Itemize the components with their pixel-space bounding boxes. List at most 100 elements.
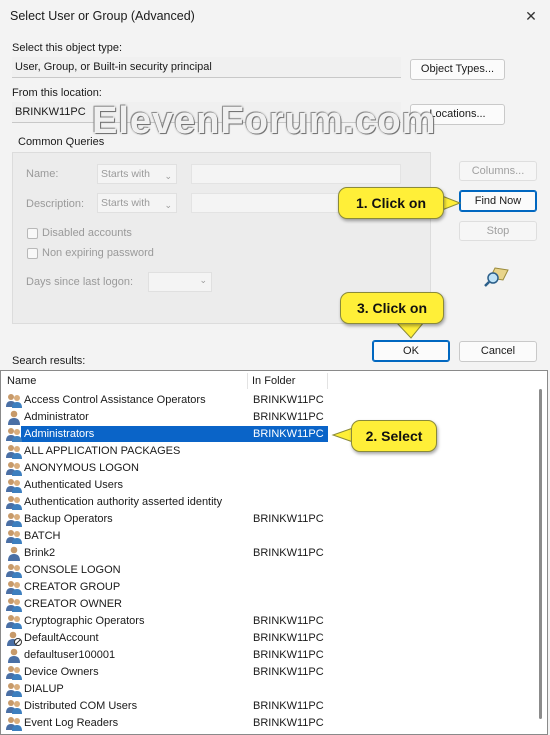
group-icon (6, 665, 22, 680)
user-disabled-icon (6, 631, 22, 646)
find-now-button[interactable]: Find Now (459, 190, 537, 212)
ok-button[interactable]: OK (372, 340, 450, 362)
group-icon (6, 393, 22, 408)
user-icon (6, 546, 22, 561)
group-icon (6, 614, 22, 629)
column-divider[interactable] (247, 373, 248, 389)
days-since-logon-select[interactable]: ⌄ (148, 272, 212, 292)
column-header-in-folder[interactable]: In Folder (252, 372, 295, 390)
row-folder: BRINKW11PC (253, 649, 324, 661)
user-icon (6, 648, 22, 663)
stop-button[interactable]: Stop (459, 221, 537, 241)
table-row[interactable]: DefaultAccount BRINKW11PC (2, 630, 537, 647)
table-row[interactable]: Event Log Readers BRINKW11PC (2, 715, 537, 732)
disabled-accounts-label: Disabled accounts (42, 227, 132, 239)
scrollbar-thumb[interactable] (539, 389, 542, 719)
table-row[interactable]: Brink2 BRINKW11PC (2, 545, 537, 562)
object-type-label: Select this object type: (12, 42, 123, 54)
window-title: Select User or Group (Advanced) (10, 9, 195, 23)
search-results-label: Search results: (12, 355, 86, 367)
row-name: Device Owners (24, 666, 99, 678)
row-folder: BRINKW11PC (253, 547, 324, 559)
group-icon (6, 512, 22, 527)
row-folder: BRINKW11PC (253, 700, 324, 712)
search-results-list[interactable]: Name In Folder Access Control Assistance… (0, 370, 548, 735)
table-row[interactable]: DIALUP (2, 681, 537, 698)
row-name: ALL APPLICATION PACKAGES (24, 445, 181, 457)
row-name: DIALUP (24, 683, 64, 695)
non-expiring-password-label: Non expiring password (42, 247, 154, 259)
row-name: CREATOR GROUP (24, 581, 121, 593)
callout-ok: 3. Click on (340, 292, 444, 340)
name-label: Name: (26, 168, 59, 180)
row-name: Cryptographic Operators (24, 615, 145, 627)
table-row[interactable]: Authenticated Users (2, 477, 537, 494)
group-icon (6, 563, 22, 578)
table-row[interactable]: Administrators BRINKW11PC (2, 426, 537, 443)
row-name: Brink2 (24, 547, 56, 559)
object-types-button[interactable]: Object Types... (410, 59, 505, 80)
location-label: From this location: (12, 87, 102, 99)
callout-2-text: 2. Select (351, 420, 437, 452)
table-row[interactable]: Backup Operators BRINKW11PC (2, 511, 537, 528)
description-input[interactable] (191, 193, 351, 213)
object-type-field: User, Group, or Built-in security princi… (12, 57, 401, 78)
table-row[interactable]: BATCH (2, 528, 537, 545)
group-icon (6, 427, 22, 442)
row-name: Event Log Readers (24, 717, 119, 729)
callout-select: 2. Select (331, 418, 441, 454)
cancel-button[interactable]: Cancel (459, 341, 537, 362)
chevron-down-icon: ⌄ (164, 171, 172, 181)
watermark: ElevenForum.com (92, 100, 437, 142)
non-expiring-password-checkbox[interactable] (27, 248, 38, 259)
row-name: Authentication authority asserted identi… (24, 496, 223, 508)
row-folder: BRINKW11PC (253, 428, 324, 440)
group-icon (6, 444, 22, 459)
row-name: Backup Operators (24, 513, 113, 525)
group-icon (6, 682, 22, 697)
row-name: BATCH (24, 530, 61, 542)
name-mode-select[interactable]: Starts with ⌄ (97, 164, 177, 184)
search-magnifier-icon (484, 264, 512, 288)
table-row[interactable]: Distributed COM Users BRINKW11PC (2, 698, 537, 715)
row-folder: BRINKW11PC (253, 394, 324, 406)
column-divider[interactable] (327, 373, 328, 389)
row-name: CONSOLE LOGON (24, 564, 121, 576)
description-mode-value: Starts with (101, 197, 151, 209)
table-row[interactable]: CREATOR GROUP (2, 579, 537, 596)
row-name: Administrator (24, 411, 89, 423)
table-row[interactable]: CREATOR OWNER (2, 596, 537, 613)
description-label: Description: (26, 198, 85, 210)
name-mode-value: Starts with (101, 168, 151, 180)
row-name: Distributed COM Users (24, 700, 138, 712)
close-icon[interactable]: ✕ (520, 6, 542, 26)
table-row[interactable]: Device Owners BRINKW11PC (2, 664, 537, 681)
table-row[interactable]: ALL APPLICATION PACKAGES (2, 443, 537, 460)
table-row[interactable]: Administrator BRINKW11PC (2, 409, 537, 426)
table-row[interactable]: Access Control Assistance Operators BRINK… (2, 392, 537, 409)
row-folder: BRINKW11PC (253, 632, 324, 644)
disabled-accounts-checkbox[interactable] (27, 228, 38, 239)
row-name: defaultuser100001 (24, 649, 116, 661)
table-row[interactable]: CONSOLE LOGON (2, 562, 537, 579)
group-icon (6, 580, 22, 595)
callout-1-text: 1. Click on (338, 187, 444, 219)
vertical-scrollbar[interactable] (535, 371, 547, 734)
column-header-name[interactable]: Name (7, 372, 36, 390)
description-mode-select[interactable]: Starts with ⌄ (97, 193, 177, 213)
columns-button[interactable]: Columns... (459, 161, 537, 181)
user-icon (6, 410, 22, 425)
row-folder: BRINKW11PC (253, 513, 324, 525)
table-row[interactable]: ANONYMOUS LOGON (2, 460, 537, 477)
name-input[interactable] (191, 164, 401, 184)
table-row[interactable]: Cryptographic Operators BRINKW11PC (2, 613, 537, 630)
table-row[interactable]: defaultuser100001 BRINKW11PC (2, 647, 537, 664)
row-name: Administrators (24, 428, 95, 440)
callout-3-text: 3. Click on (340, 292, 444, 324)
row-name: Authenticated Users (24, 479, 124, 491)
callout-find-now: 1. Click on (338, 185, 463, 221)
row-name: ANONYMOUS LOGON (24, 462, 139, 474)
row-folder: BRINKW11PC (253, 615, 324, 627)
group-icon (6, 597, 22, 612)
table-row[interactable]: Authentication authority asserted identi… (2, 494, 537, 511)
